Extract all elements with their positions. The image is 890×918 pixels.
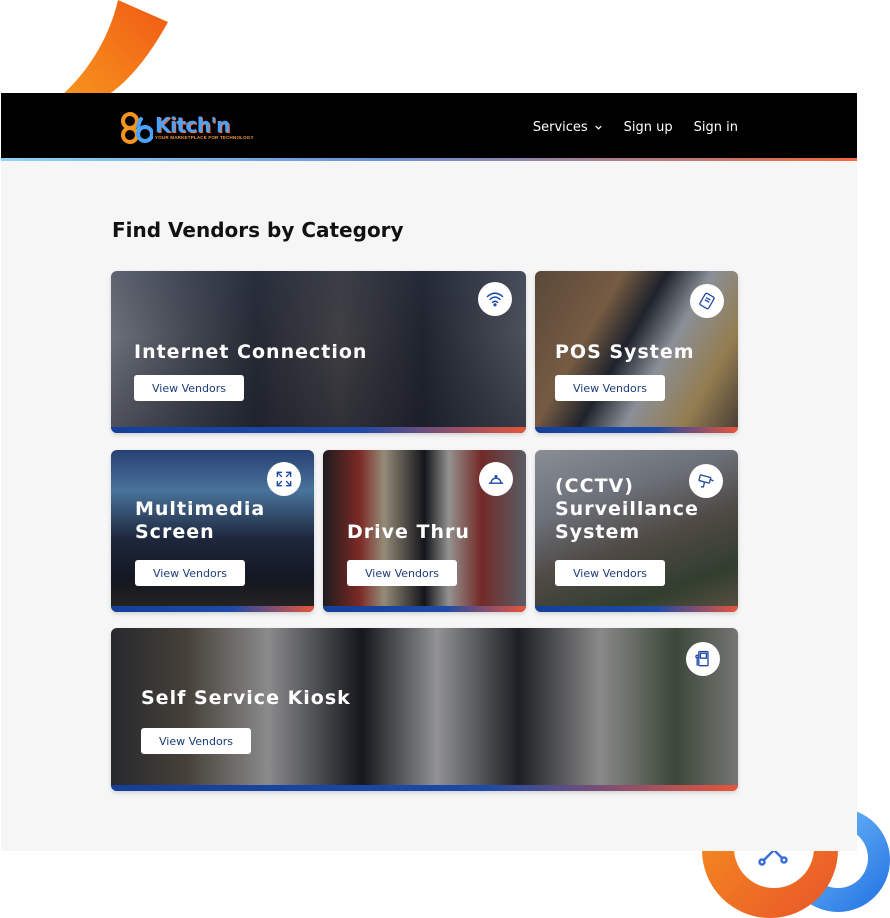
category-card-cctv[interactable]: (CCTV) Surveillance System View Vendors [535, 450, 738, 612]
card-accent-bar [111, 427, 526, 433]
chevron-down-icon [595, 125, 602, 130]
wifi-icon [478, 282, 512, 316]
card-title-kiosk: Self Service Kiosk [141, 687, 351, 709]
navbar-accent-line [1, 158, 857, 161]
card-title-cctv: (CCTV) Surveillance System [555, 475, 699, 543]
view-vendors-button-internet[interactable]: View Vendors [134, 375, 244, 401]
nav-links: Services Sign up Sign in [533, 93, 738, 161]
category-card-drive-thru[interactable]: Drive Thru View Vendors [323, 450, 526, 612]
navbar: Kitch'n YOUR MARKETPLACE FOR TECHNOLOGY … [1, 93, 857, 161]
page-title: Find Vendors by Category [112, 218, 404, 242]
card-reader-icon [690, 284, 724, 318]
kiosk-icon [686, 642, 720, 676]
category-card-kiosk[interactable]: Self Service Kiosk View Vendors [111, 628, 738, 791]
cloche-icon [479, 462, 513, 496]
brand-name: Kitch'n [155, 113, 230, 137]
card-title-pos: POS System [555, 341, 695, 363]
nav-signup-link[interactable]: Sign up [624, 120, 673, 135]
card-accent-bar [323, 606, 526, 612]
view-vendors-button-cctv[interactable]: View Vendors [555, 560, 665, 586]
page-frame: Kitch'n YOUR MARKETPLACE FOR TECHNOLOGY … [1, 93, 857, 851]
view-vendors-button-multimedia[interactable]: View Vendors [135, 560, 245, 586]
view-vendors-button-kiosk[interactable]: View Vendors [141, 728, 251, 754]
view-vendors-button-pos[interactable]: View Vendors [555, 375, 665, 401]
category-card-multimedia[interactable]: Multimedia Screen View Vendors [111, 450, 314, 612]
nav-services-dropdown[interactable]: Services [533, 120, 603, 135]
card-title-multimedia: Multimedia Screen [135, 498, 266, 543]
card-accent-bar [535, 427, 738, 433]
category-card-internet[interactable]: Internet Connection View Vendors [111, 271, 526, 433]
card-accent-bar [111, 785, 738, 791]
card-accent-bar [111, 606, 314, 612]
category-card-pos[interactable]: POS System View Vendors [535, 271, 738, 433]
brand-tagline: YOUR MARKETPLACE FOR TECHNOLOGY [155, 135, 254, 140]
view-vendors-button-drive-thru[interactable]: View Vendors [347, 560, 457, 586]
nav-signin-link[interactable]: Sign in [694, 120, 738, 135]
card-title-drive-thru: Drive Thru [347, 521, 470, 543]
nav-services-label: Services [532, 119, 588, 135]
card-accent-bar [535, 606, 738, 612]
logo-mark-icon [119, 111, 154, 145]
brand-logo[interactable]: Kitch'n YOUR MARKETPLACE FOR TECHNOLOGY [119, 110, 254, 146]
expand-icon [267, 462, 301, 496]
card-title-internet: Internet Connection [134, 341, 368, 363]
